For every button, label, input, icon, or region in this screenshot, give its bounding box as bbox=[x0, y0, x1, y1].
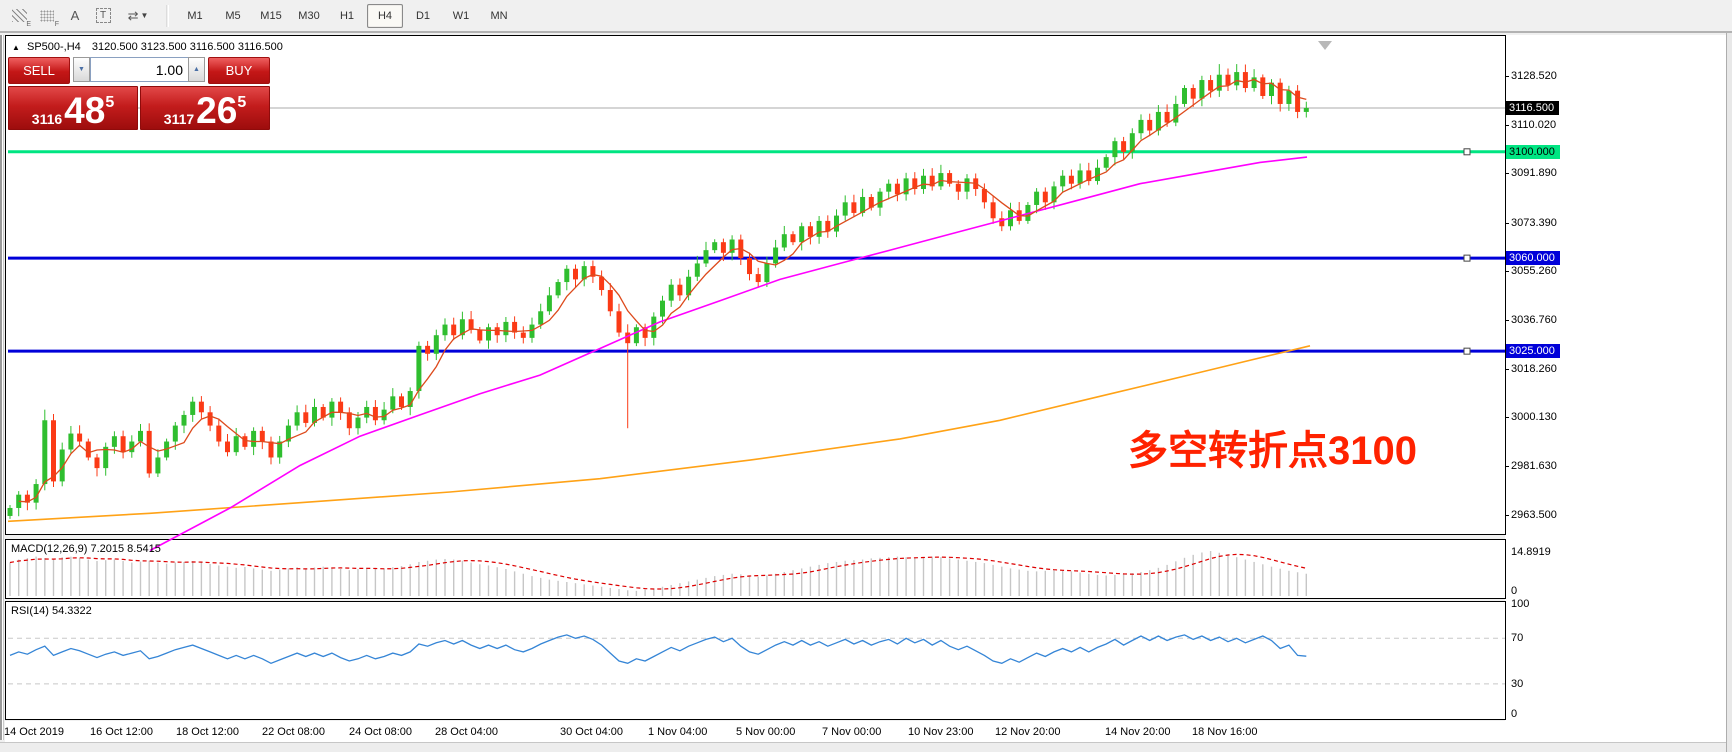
price-tick-mark bbox=[1505, 369, 1509, 370]
price-tick-label: 3091.890 bbox=[1511, 167, 1557, 179]
sell-price-pips: 48 bbox=[64, 96, 105, 126]
indicators-icon[interactable]: E bbox=[6, 4, 32, 28]
price-tick-mark bbox=[1505, 271, 1509, 272]
arrow-up-icon: ▲ bbox=[193, 66, 200, 73]
price-tick-label: 2963.500 bbox=[1511, 509, 1557, 521]
date-tick-label: 14 Nov 20:00 bbox=[1105, 726, 1170, 738]
ohlc-values: 3120.500 3123.500 3116.500 3116.500 bbox=[92, 41, 283, 53]
tf-button-h4[interactable]: H4 bbox=[367, 4, 403, 28]
volume-increase-button[interactable]: ▲ bbox=[188, 57, 205, 82]
buy-price-pips: 26 bbox=[196, 96, 237, 126]
price-tick-mark bbox=[1505, 417, 1509, 418]
date-tick-label: 18 Oct 12:00 bbox=[176, 726, 239, 738]
price-tick-label: 3018.260 bbox=[1511, 363, 1557, 375]
macd-indicator-panel[interactable] bbox=[5, 539, 1506, 599]
price-tick-mark bbox=[1505, 223, 1509, 224]
rsi-label: RSI(14) 54.3322 bbox=[11, 605, 92, 617]
price-tick-label: 3110.020 bbox=[1511, 119, 1556, 131]
tf-button-m30[interactable]: M30 bbox=[291, 4, 327, 28]
symbol-arrow-icon: ▲ bbox=[12, 43, 20, 52]
tf-button-d1[interactable]: D1 bbox=[405, 4, 441, 28]
sell-price-display[interactable]: 3116 48 5 bbox=[8, 86, 138, 130]
toolbar: E F A T ⇄▼ M1 M5 M15 M30 H1 H4 D1 W1 MN bbox=[0, 0, 1732, 33]
rsi-axis-label: 70 bbox=[1511, 632, 1523, 644]
price-tick-mark bbox=[1505, 173, 1509, 174]
price-tick-mark bbox=[1505, 125, 1509, 126]
date-tick-label: 30 Oct 04:00 bbox=[560, 726, 623, 738]
date-tick-label: 12 Nov 20:00 bbox=[995, 726, 1060, 738]
rsi-axis-label: 100 bbox=[1511, 598, 1529, 610]
date-tick-label: 22 Oct 08:00 bbox=[262, 726, 325, 738]
current-price-badge: 3116.500 bbox=[1506, 101, 1559, 115]
grid-template-icon[interactable]: F bbox=[34, 4, 60, 28]
date-tick-label: 18 Nov 16:00 bbox=[1192, 726, 1257, 738]
tf-button-m15[interactable]: M15 bbox=[253, 4, 289, 28]
chart-shift-marker-icon bbox=[1318, 41, 1332, 50]
rsi-indicator-panel[interactable] bbox=[5, 601, 1506, 720]
tf-button-w1[interactable]: W1 bbox=[443, 4, 479, 28]
price-tick-mark bbox=[1505, 515, 1509, 516]
arrow-down-icon: ▼ bbox=[78, 66, 85, 73]
date-tick-label: 7 Nov 00:00 bbox=[822, 726, 881, 738]
tf-button-mn[interactable]: MN bbox=[481, 4, 517, 28]
window-left-border bbox=[0, 35, 4, 740]
price-tick-label: 3055.260 bbox=[1511, 265, 1557, 277]
window-right-border bbox=[1726, 33, 1732, 752]
chevron-down-icon: ▼ bbox=[140, 11, 148, 20]
price-tick-label: 3000.130 bbox=[1511, 411, 1557, 423]
one-click-trading-widget: SELL ▼ ▲ BUY 3116 48 5 3117 26 5 bbox=[8, 57, 270, 130]
buy-price-display[interactable]: 3117 26 5 bbox=[140, 86, 270, 130]
macd-axis-label: 14.8919 bbox=[1511, 546, 1551, 558]
date-tick-label: 16 Oct 12:00 bbox=[90, 726, 153, 738]
buy-button[interactable]: BUY bbox=[208, 57, 270, 84]
sell-price-handle: 3116 bbox=[32, 112, 62, 126]
price-tick-mark bbox=[1505, 320, 1509, 321]
chart-title: ▲ SP500-,H4 3120.500 3123.500 3116.500 3… bbox=[12, 41, 283, 53]
macd-axis-label: 0 bbox=[1511, 585, 1517, 597]
chart-annotation-text: 多空转折点3100 bbox=[1128, 418, 1417, 476]
tf-button-m1[interactable]: M1 bbox=[177, 4, 213, 28]
volume-decrease-button[interactable]: ▼ bbox=[73, 57, 90, 82]
date-tick-label: 10 Nov 23:00 bbox=[908, 726, 973, 738]
sell-button[interactable]: SELL bbox=[8, 57, 70, 84]
rsi-axis-label: 0 bbox=[1511, 708, 1517, 720]
date-tick-label: 14 Oct 2019 bbox=[4, 726, 64, 738]
price-tick-label: 3036.760 bbox=[1511, 314, 1557, 326]
tf-button-h1[interactable]: H1 bbox=[329, 4, 365, 28]
price-tick-label: 3073.390 bbox=[1511, 217, 1557, 229]
text-label-icon[interactable]: A bbox=[62, 4, 88, 28]
date-tick-label: 5 Nov 00:00 bbox=[736, 726, 795, 738]
volume-input[interactable] bbox=[90, 57, 188, 82]
tf-button-m5[interactable]: M5 bbox=[215, 4, 251, 28]
price-level-badge: 3100.000 bbox=[1506, 145, 1560, 159]
date-tick-label: 28 Oct 04:00 bbox=[435, 726, 498, 738]
price-tick-mark bbox=[1505, 466, 1509, 467]
toolbar-separator bbox=[166, 5, 169, 27]
trade-prices-row: 3116 48 5 3117 26 5 bbox=[8, 86, 270, 130]
rsi-axis-label: 30 bbox=[1511, 678, 1523, 690]
status-strip bbox=[0, 742, 1732, 752]
macd-label: MACD(12,26,9) 7.2015 8.5415 bbox=[11, 543, 161, 555]
date-tick-label: 1 Nov 04:00 bbox=[648, 726, 707, 738]
text-box-icon[interactable]: T bbox=[90, 4, 116, 28]
symbol-label: SP500-,H4 bbox=[27, 41, 81, 53]
sell-price-fraction: 5 bbox=[105, 94, 114, 112]
cycle-styles-icon[interactable]: ⇄▼ bbox=[118, 4, 158, 28]
date-tick-label: 24 Oct 08:00 bbox=[349, 726, 412, 738]
price-tick-label: 2981.630 bbox=[1511, 460, 1557, 472]
trade-controls-row: SELL ▼ ▲ BUY bbox=[8, 57, 270, 84]
price-level-badge: 3025.000 bbox=[1506, 344, 1560, 358]
price-level-badge: 3060.000 bbox=[1506, 251, 1560, 265]
price-axis[interactable] bbox=[1505, 35, 1726, 742]
price-tick-mark bbox=[1505, 76, 1509, 77]
buy-price-handle: 3117 bbox=[164, 112, 194, 126]
buy-price-fraction: 5 bbox=[237, 94, 246, 112]
price-tick-label: 3128.520 bbox=[1511, 70, 1557, 82]
